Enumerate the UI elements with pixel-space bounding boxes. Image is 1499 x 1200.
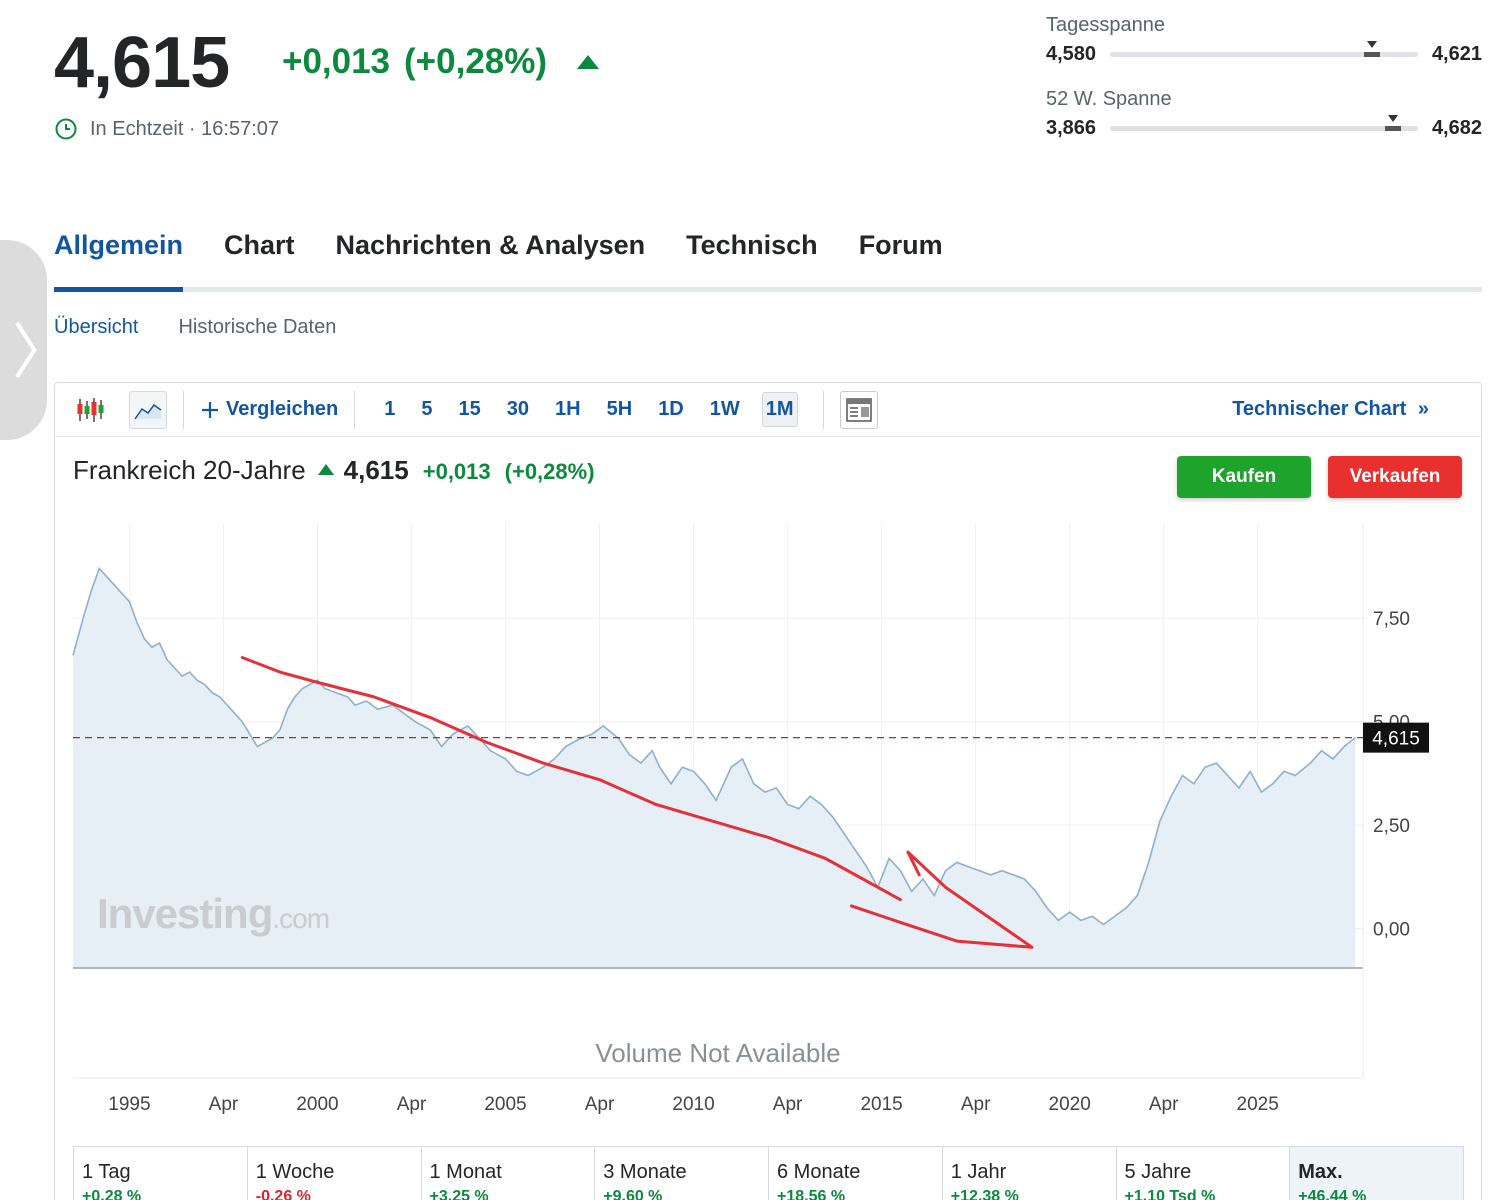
subtab-historische-daten[interactable]: Historische Daten [178, 316, 336, 339]
day-range: Tagesspanne 4,580 4,621 [1046, 14, 1482, 66]
perf-label: 1 Jahr [950, 1161, 1007, 1183]
x-tick-label: Apr [397, 1094, 427, 1115]
week52-range-bar [1110, 115, 1418, 131]
tab-forum[interactable]: Forum [859, 226, 943, 287]
tab-allgemein[interactable]: Allgemein [54, 226, 184, 292]
tab-chart[interactable]: Chart [224, 226, 295, 287]
week52-range-marker [1388, 115, 1399, 122]
perf-cell[interactable]: Max. +46,44 % [1290, 1147, 1464, 1200]
perf-cell[interactable]: 5 Jahre +1,10 Tsd % [1117, 1147, 1291, 1200]
quote-change-abs: +0,013 [282, 42, 391, 81]
perf-label: Max. [1298, 1161, 1343, 1183]
day-range-label: Tagesspanne [1046, 14, 1165, 36]
perf-label: 1 Monat [429, 1161, 502, 1183]
perf-value: +1,10 Tsd % [1124, 1188, 1216, 1200]
side-panel-handle[interactable]: 〉 [0, 240, 72, 440]
main-tabs: Allgemein Chart Nachrichten & Analysen T… [54, 226, 1482, 292]
perf-cell[interactable]: 1 Jahr +12,38 % [943, 1147, 1117, 1200]
up-arrow-icon [577, 55, 600, 69]
perf-cell[interactable]: 6 Monate +18,56 % [769, 1147, 943, 1200]
range-indicator [1385, 126, 1402, 131]
current-price-label: 4,615 [1372, 729, 1420, 750]
x-tick-label: Apr [585, 1094, 615, 1115]
perf-cell[interactable]: 3 Monate +9,60 % [595, 1147, 769, 1200]
perf-label: 5 Jahre [1124, 1161, 1192, 1183]
day-range-high: 4,621 [1431, 43, 1482, 65]
perf-label: 1 Woche [255, 1161, 335, 1183]
performance-table: 1 Tag +0,28 % 1 Woche -0,26 % 1 Monat +3,25… [73, 1146, 1464, 1200]
x-tick-label: 2020 [1049, 1094, 1091, 1115]
x-tick-label: Apr [961, 1094, 991, 1115]
week52-range-high: 4,682 [1431, 117, 1482, 139]
tab-technisch[interactable]: Technisch [686, 226, 818, 287]
week52-range: 52 W. Spanne 3,866 4,682 [1046, 88, 1482, 140]
perf-cell[interactable]: 1 Monat +3,25 % [422, 1147, 596, 1200]
clock-icon [54, 117, 78, 141]
perf-value: +18,56 % [777, 1188, 846, 1200]
y-tick-label: 7,50 [1373, 609, 1410, 630]
day-range-marker [1366, 41, 1377, 48]
quote-change-pct: (+0,28%) [404, 42, 548, 81]
price-chart[interactable]: 7,505,002,500,001995Apr2000Apr2005Apr201… [55, 383, 1483, 1143]
day-range-low: 4,580 [1046, 43, 1097, 65]
y-tick-label: 2,50 [1373, 816, 1410, 837]
x-tick-label: Apr [1149, 1094, 1179, 1115]
quote-price: 4,615 [54, 23, 230, 103]
tab-nachrichten-analysen[interactable]: Nachrichten & Analysen [336, 226, 646, 287]
y-tick-label: 0,00 [1373, 920, 1410, 941]
week52-range-low: 3,866 [1046, 117, 1097, 139]
perf-value: +3,25 % [429, 1188, 489, 1200]
perf-value: +12,38 % [950, 1188, 1019, 1200]
range-indicator [1363, 52, 1380, 57]
perf-value: +46,44 % [1298, 1188, 1367, 1200]
perf-label: 3 Monate [603, 1161, 687, 1183]
x-tick-label: 2000 [296, 1094, 338, 1115]
x-tick-label: 2015 [860, 1094, 902, 1115]
x-tick-label: Apr [209, 1094, 239, 1115]
x-tick-label: 2010 [672, 1094, 714, 1115]
subtab-uebersicht[interactable]: Übersicht [54, 316, 138, 339]
x-tick-label: 2005 [484, 1094, 526, 1115]
volume-not-available-label: Volume Not Available [595, 1038, 840, 1068]
realtime-label: In Echtzeit · 16:57:07 [90, 117, 280, 140]
x-tick-label: 1995 [108, 1094, 150, 1115]
perf-label: 6 Monate [777, 1161, 861, 1183]
chart-widget: Vergleichen 1 5 15 30 1H 5H 1D 1W 1M Tec… [54, 382, 1482, 1200]
perf-value: +0,28 % [82, 1188, 142, 1200]
x-tick-label: 2025 [1237, 1094, 1279, 1115]
day-range-bar [1110, 41, 1418, 57]
realtime-status: In Echtzeit · 16:57:07 [54, 117, 279, 141]
week52-range-label: 52 W. Spanne [1046, 88, 1172, 110]
x-tick-label: Apr [773, 1094, 803, 1115]
perf-cell[interactable]: 1 Woche -0,26 % [248, 1147, 422, 1200]
sub-tabs: Übersicht Historische Daten [54, 316, 336, 339]
perf-label: 1 Tag [82, 1161, 131, 1183]
perf-cell[interactable]: 1 Tag +0,28 % [74, 1147, 248, 1200]
perf-value: -0,26 % [255, 1188, 311, 1200]
perf-value: +9,60 % [603, 1188, 663, 1200]
quote-change: +0,013 (+0,28%) [282, 42, 600, 82]
